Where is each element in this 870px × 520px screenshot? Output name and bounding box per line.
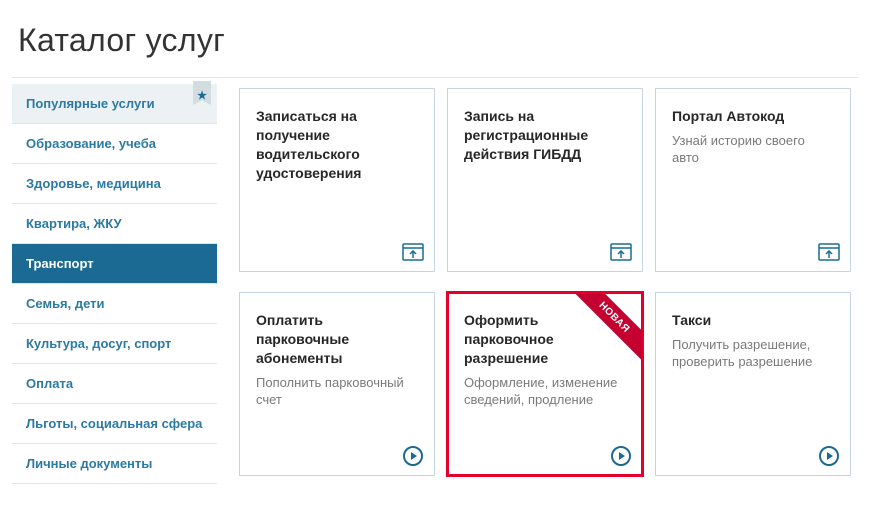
card-desc: Оформление, изменение сведений, продлени… bbox=[464, 374, 626, 409]
page-title: Каталог услуг bbox=[0, 0, 870, 77]
card-pay-parking[interactable]: Оплатить парковочные абонементы Пополнит… bbox=[239, 292, 435, 476]
card-title: Запись на регистрационные действия ГИБДД bbox=[464, 107, 626, 164]
sidebar-item-label: Льготы, социальная сфера bbox=[26, 416, 202, 431]
card-parking-permit[interactable]: НОВАЯ Оформить парковочное разрешение Оф… bbox=[447, 292, 643, 476]
sidebar-item-label: Образование, учеба bbox=[26, 136, 156, 151]
window-link-icon bbox=[818, 241, 840, 263]
sidebar-item-housing[interactable]: Квартира, ЖКУ bbox=[12, 204, 217, 244]
sidebar-item-popular[interactable]: Популярные услуги ★ bbox=[12, 84, 217, 124]
card-gibdd-registration[interactable]: Запись на регистрационные действия ГИБДД bbox=[447, 88, 643, 272]
sidebar-item-label: Культура, досуг, спорт bbox=[26, 336, 171, 351]
card-title: Такси bbox=[672, 311, 834, 330]
sidebar-item-family[interactable]: Семья, дети bbox=[12, 284, 217, 324]
card-taxi[interactable]: Такси Получить разрешение, проверить раз… bbox=[655, 292, 851, 476]
sidebar-item-education[interactable]: Образование, учеба bbox=[12, 124, 217, 164]
play-circle-icon bbox=[610, 445, 632, 467]
card-title: Записаться на получение водительского уд… bbox=[256, 107, 418, 183]
window-link-icon bbox=[610, 241, 632, 263]
sidebar-item-label: Транспорт bbox=[26, 256, 94, 271]
sidebar-item-health[interactable]: Здоровье, медицина bbox=[12, 164, 217, 204]
sidebar-item-label: Оплата bbox=[26, 376, 73, 391]
sidebar-item-label: Здоровье, медицина bbox=[26, 176, 161, 191]
play-circle-icon bbox=[818, 445, 840, 467]
play-circle-icon bbox=[402, 445, 424, 467]
sidebar-item-transport[interactable]: Транспорт bbox=[12, 244, 217, 284]
sidebar: Популярные услуги ★ Образование, учеба З… bbox=[12, 78, 217, 484]
sidebar-item-benefits[interactable]: Льготы, социальная сфера bbox=[12, 404, 217, 444]
sidebar-item-label: Семья, дети bbox=[26, 296, 105, 311]
card-avtokod[interactable]: Портал Автокод Узнай историю своего авто bbox=[655, 88, 851, 272]
card-driver-license[interactable]: Записаться на получение водительского уд… bbox=[239, 88, 435, 272]
window-link-icon bbox=[402, 241, 424, 263]
card-desc: Получить разрешение, проверить разрешени… bbox=[672, 336, 834, 371]
sidebar-item-documents[interactable]: Личные документы bbox=[12, 444, 217, 484]
star-badge-icon: ★ bbox=[193, 81, 211, 105]
card-title: Оплатить парковочные абонементы bbox=[256, 311, 418, 368]
card-title: Портал Автокод bbox=[672, 107, 834, 126]
cards-grid: Записаться на получение водительского уд… bbox=[217, 78, 858, 484]
sidebar-item-label: Популярные услуги bbox=[26, 96, 155, 111]
card-desc: Узнай историю своего авто bbox=[672, 132, 834, 167]
sidebar-item-label: Квартира, ЖКУ bbox=[26, 216, 122, 231]
main-container: Популярные услуги ★ Образование, учеба З… bbox=[12, 77, 858, 484]
sidebar-item-culture[interactable]: Культура, досуг, спорт bbox=[12, 324, 217, 364]
sidebar-item-label: Личные документы bbox=[26, 456, 152, 471]
card-desc: Пополнить парковочный счет bbox=[256, 374, 418, 409]
sidebar-item-payment[interactable]: Оплата bbox=[12, 364, 217, 404]
